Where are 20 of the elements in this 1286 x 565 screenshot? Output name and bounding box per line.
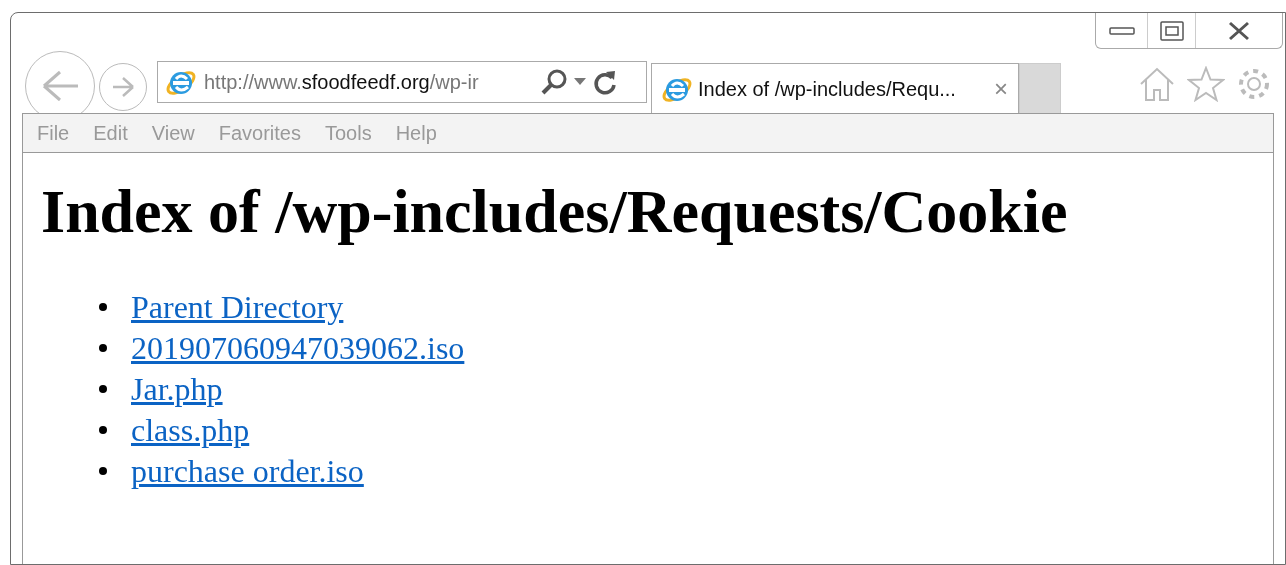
bullet-icon xyxy=(99,426,107,434)
address-bar[interactable]: http://www.sfoodfeedf.org/wp-ir xyxy=(157,61,647,103)
dropdown-caret-icon[interactable] xyxy=(574,78,586,86)
browser-tab[interactable]: Index of /wp-includes/Requ... × xyxy=(651,63,1019,113)
tab-title: Index of /wp-includes/Requ... xyxy=(698,76,956,102)
refresh-icon[interactable] xyxy=(592,68,618,96)
bullet-icon xyxy=(99,303,107,311)
search-icon[interactable] xyxy=(540,68,568,96)
bullet-icon xyxy=(99,385,107,393)
tab-close-button[interactable]: × xyxy=(994,70,1008,107)
minimize-icon xyxy=(1108,25,1135,36)
star-icon[interactable] xyxy=(1187,66,1225,102)
forward-arrow-icon xyxy=(111,76,135,98)
bullet-icon xyxy=(99,344,107,352)
url-text: http://www.sfoodfeedf.org/wp-ir xyxy=(204,70,480,95)
close-icon xyxy=(1227,20,1251,41)
maximize-icon xyxy=(1158,19,1185,42)
bullet-icon xyxy=(99,467,107,475)
page-heading: Index of /wp-includes/Requests/Cookie xyxy=(41,176,1069,247)
back-arrow-icon xyxy=(40,68,80,104)
